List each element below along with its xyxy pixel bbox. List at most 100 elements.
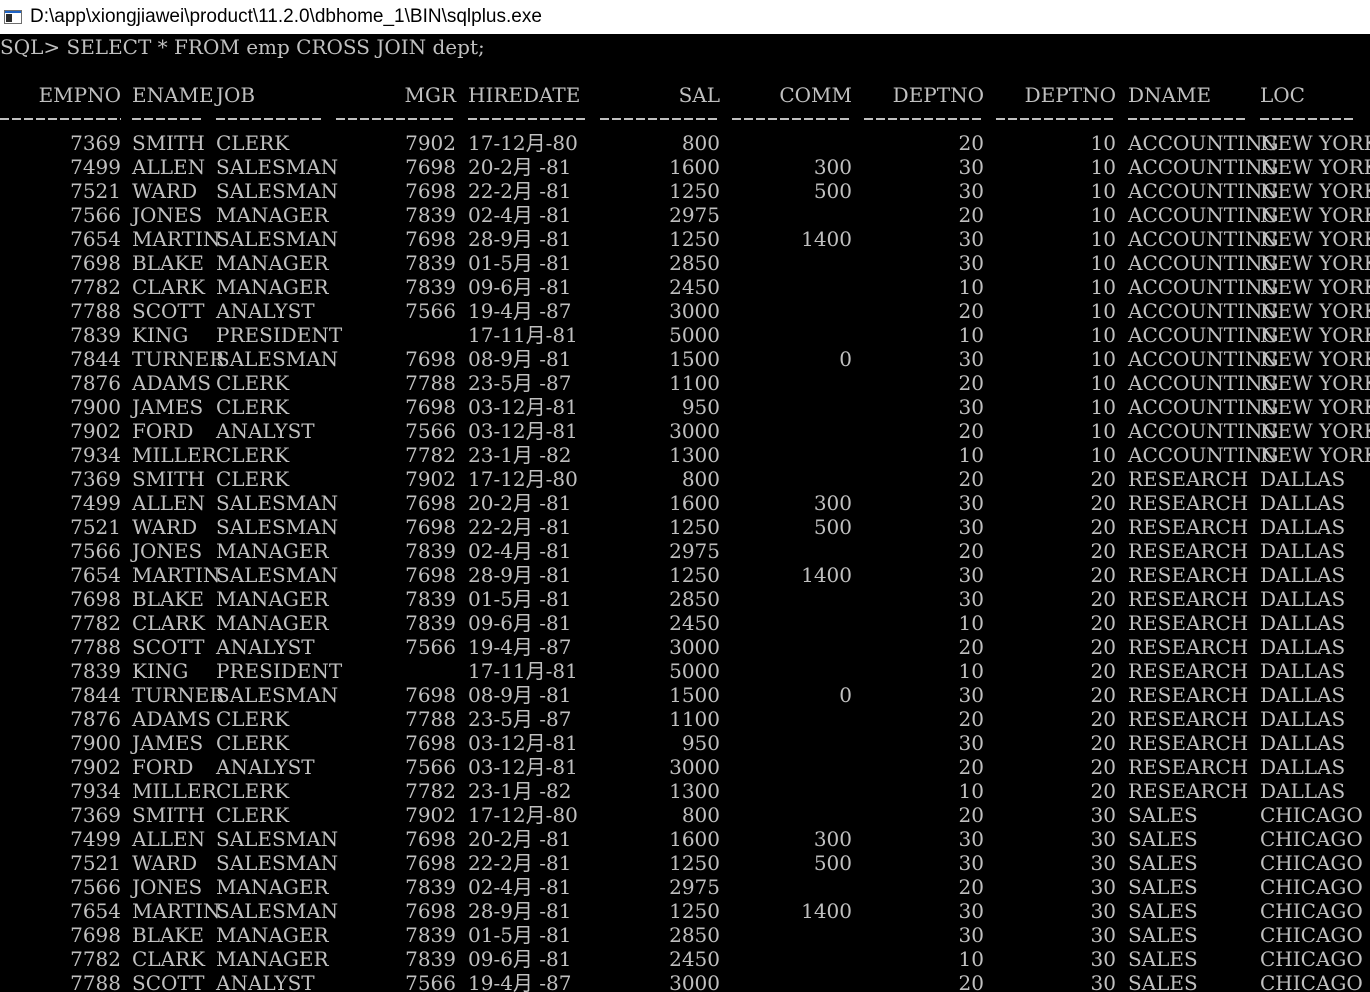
cell-col-comm [732, 395, 852, 419]
cell-col-deptno: 20 [958, 539, 984, 563]
cell-col-deptno: 30 [958, 923, 984, 947]
cell-col-loc: DALLAS [1260, 635, 1346, 659]
cell-col-job: CLERK [216, 803, 290, 827]
header-col-mgr: MGR [404, 83, 456, 107]
cell-col-sal: 800 [681, 803, 720, 827]
header-dash-8 [996, 118, 1116, 120]
cell-col-deptno: 30 [958, 683, 984, 707]
cell-col-hiredate: 02-4月 -81 [468, 875, 572, 899]
table-row: 7844 TURNER SALESMAN 7698 08-9月 -81 1500 0 30 20… [0, 683, 1370, 707]
cell-col-empno: 7369 [70, 131, 121, 155]
cell-col-hiredate: 23-1月 -82 [468, 779, 572, 803]
cell-col-deptno: 20 [958, 467, 984, 491]
cell-col-dname: ACCOUNTING [1128, 275, 1279, 299]
cell-col-comm [732, 371, 852, 395]
cell-col-sal: 1100 [669, 371, 720, 395]
cell-col-mgr: 7902 [405, 131, 456, 155]
cell-col-job: CLERK [216, 731, 290, 755]
cell-col-loc: NEW YORK [1260, 131, 1370, 155]
cell-col-job: CLERK [216, 443, 290, 467]
cell-col-hiredate: 23-1月 -82 [468, 443, 572, 467]
cell-col-empno: 7654 [70, 899, 121, 923]
cell-col-comm [732, 779, 852, 803]
cell-col-mgr: 7839 [405, 203, 456, 227]
table-row: 7876 ADAMS CLERK 7788 23-5月 -87 1100 20 20 RESEA… [0, 707, 1370, 731]
cell-col-deptno2: 10 [1090, 275, 1116, 299]
cell-col-ename: SCOTT [132, 299, 205, 323]
cell-col-deptno: 30 [958, 563, 984, 587]
cell-col-mgr: 7698 [405, 851, 456, 875]
cell-col-ename: JONES [132, 875, 203, 899]
header-dash-2 [216, 118, 324, 120]
cell-col-comm [732, 587, 852, 611]
cell-col-deptno2: 20 [1090, 755, 1116, 779]
cell-col-deptno2: 10 [1090, 155, 1116, 179]
cell-col-comm [732, 755, 852, 779]
sqlplus-window: D:\app\xiongjiawei\product\11.2.0\dbhome… [0, 0, 1370, 992]
table-row: 7782 CLARK MANAGER 7839 09-6月 -81 2450 10 10 ACC… [0, 275, 1370, 299]
cell-col-deptno: 20 [958, 803, 984, 827]
cell-col-deptno: 30 [958, 347, 984, 371]
cell-col-hiredate: 02-4月 -81 [468, 203, 572, 227]
cell-col-deptno2: 10 [1090, 371, 1116, 395]
cell-col-loc: CHICAGO [1260, 947, 1363, 971]
cell-col-ename: ADAMS [132, 371, 212, 395]
cell-col-sal: 950 [681, 395, 720, 419]
cell-col-ename: KING [132, 323, 189, 347]
cell-col-comm: 1400 [801, 227, 852, 251]
cell-col-dname: ACCOUNTING [1128, 323, 1279, 347]
cell-col-empno: 7521 [70, 179, 121, 203]
cell-col-sal: 1500 [669, 683, 720, 707]
cell-col-dname: RESEARCH [1128, 587, 1249, 611]
cell-col-ename: MARTIN [132, 227, 221, 251]
cell-col-sal: 5000 [669, 323, 720, 347]
cell-col-deptno2: 10 [1090, 347, 1116, 371]
cell-col-deptno: 20 [958, 875, 984, 899]
cell-col-sal: 800 [681, 467, 720, 491]
cell-col-sal: 1250 [669, 851, 720, 875]
cell-col-deptno2: 20 [1090, 587, 1116, 611]
cell-col-sal: 3000 [669, 755, 720, 779]
cell-col-hiredate: 09-6月 -81 [468, 611, 572, 635]
cell-col-deptno2: 10 [1090, 131, 1116, 155]
cell-col-job: ANALYST [216, 971, 315, 992]
cell-col-mgr: 7839 [405, 275, 456, 299]
cell-col-sal: 1250 [669, 899, 720, 923]
cell-col-loc: NEW YORK [1260, 347, 1370, 371]
cell-col-dname: SALES [1128, 827, 1198, 851]
cell-col-loc: CHICAGO [1260, 971, 1363, 992]
cell-col-deptno: 20 [958, 419, 984, 443]
table-row: 7499 ALLEN SALESMAN 7698 20-2月 -81 1600 300 30 2… [0, 491, 1370, 515]
cell-col-dname: RESEARCH [1128, 779, 1249, 803]
cell-col-hiredate: 23-5月 -87 [468, 371, 572, 395]
cell-col-hiredate: 20-2月 -81 [468, 491, 572, 515]
title-bar[interactable]: D:\app\xiongjiawei\product\11.2.0\dbhome… [0, 0, 1370, 34]
cell-col-hiredate: 19-4月 -87 [468, 635, 572, 659]
cell-col-job: SALESMAN [216, 683, 339, 707]
header-dash-3 [336, 118, 456, 120]
cell-col-dname: SALES [1128, 875, 1198, 899]
cell-col-loc: DALLAS [1260, 611, 1346, 635]
cell-col-ename: MILLER [132, 779, 217, 803]
cell-col-comm: 300 [813, 827, 852, 851]
cell-col-deptno2: 10 [1090, 227, 1116, 251]
cell-col-comm: 0 [839, 683, 852, 707]
cell-col-hiredate: 01-5月 -81 [468, 923, 572, 947]
cell-col-dname: SALES [1128, 803, 1198, 827]
cell-col-loc: DALLAS [1260, 563, 1346, 587]
cell-col-ename: JAMES [132, 395, 204, 419]
cell-col-loc: NEW YORK [1260, 155, 1370, 179]
cell-col-dname: SALES [1128, 947, 1198, 971]
cell-col-comm: 500 [813, 515, 852, 539]
cell-col-loc: DALLAS [1260, 659, 1346, 683]
cell-col-deptno2: 10 [1090, 419, 1116, 443]
cell-col-loc: DALLAS [1260, 539, 1346, 563]
header-col-job: JOB [216, 83, 256, 107]
cell-col-empno: 7788 [70, 971, 121, 992]
cell-col-loc: CHICAGO [1260, 851, 1363, 875]
cell-col-job: CLERK [216, 467, 290, 491]
cell-col-loc: NEW YORK [1260, 299, 1370, 323]
console-output[interactable]: SQL> SELECT * FROM emp CROSS JOIN dept; … [0, 35, 1370, 992]
cell-col-comm: 1400 [801, 899, 852, 923]
column-header-row: EMPNO ENAME JOB MGR HIREDATE SAL COMM DEPTNO DEP… [0, 83, 1370, 107]
